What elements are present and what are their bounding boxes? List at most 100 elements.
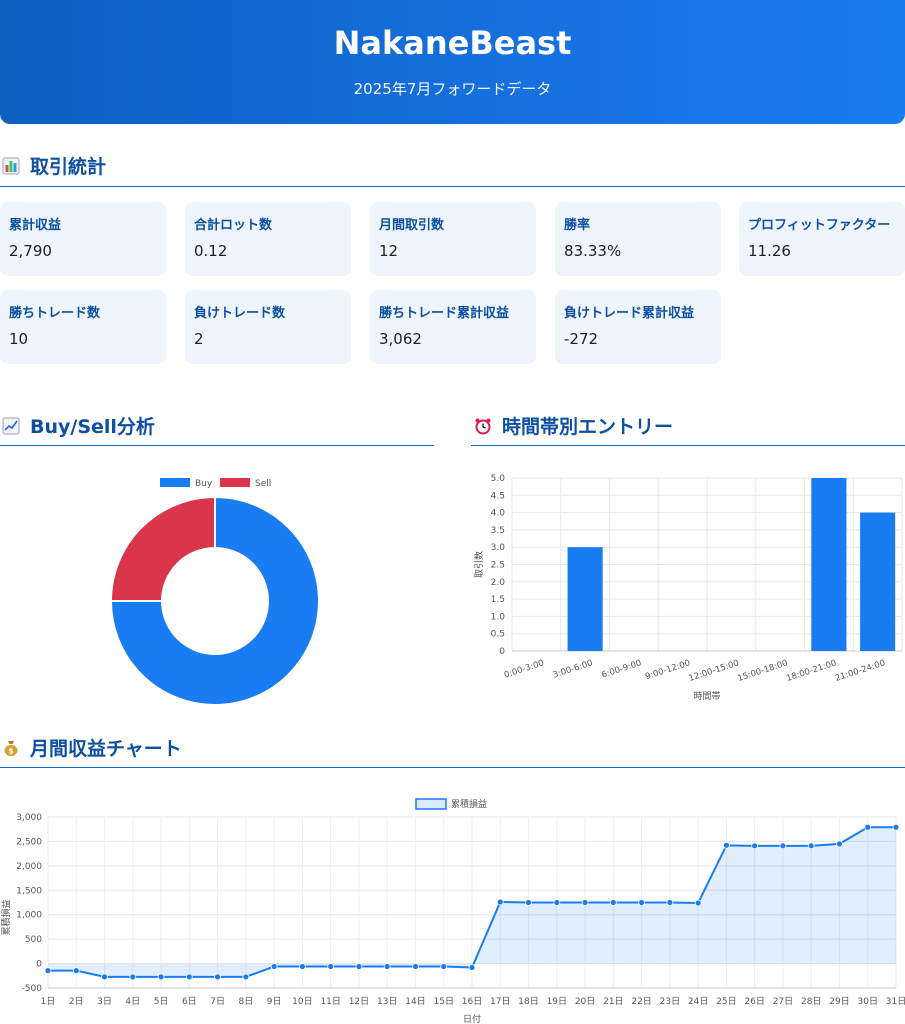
- data-point-22: [638, 899, 645, 906]
- x-tick-label: 3日: [97, 996, 112, 1007]
- y-tick-label: 1,000: [16, 911, 42, 921]
- stats-section-title: 取引統計: [30, 156, 107, 178]
- data-point-2: [72, 967, 80, 975]
- stats-section-heading: 取引統計: [2, 152, 106, 179]
- data-point-5: [157, 973, 165, 981]
- x-tick-label: 25日: [716, 996, 736, 1007]
- x-tick-label: 19日: [547, 996, 567, 1007]
- data-point-29: [836, 840, 843, 848]
- money-bag-icon: $: [2, 739, 20, 757]
- alarm-clock-icon: [474, 417, 492, 435]
- bar-3:00-6:00: [567, 547, 603, 651]
- x-tick-label: 12:00-15:00: [688, 658, 741, 684]
- line-chart-icon: [2, 417, 20, 435]
- stat-value: 11.26: [748, 242, 791, 260]
- y-tick-label: 4.5: [491, 491, 505, 501]
- stat-label: 勝率: [564, 218, 591, 233]
- page-title: NakaneBeast: [333, 24, 572, 62]
- stat-value: 12: [379, 242, 399, 260]
- x-tick-label: 27日: [773, 996, 793, 1007]
- x-tick-label: 3:00-6:00: [552, 658, 594, 680]
- y-tick-label: 5.0: [491, 474, 506, 484]
- data-point-26: [751, 842, 759, 850]
- x-tick-label: 16日: [462, 996, 482, 1007]
- y-tick-label: 3,000: [16, 813, 42, 823]
- x-tick-label: 8日: [238, 996, 253, 1007]
- buysell-chart: Buy Sell: [0, 462, 434, 712]
- legend-label-sell: Sell: [255, 479, 271, 489]
- x-tick-label: 1日: [41, 996, 56, 1007]
- y-tick-label: 2,000: [16, 862, 42, 872]
- x-tick-label: 24日: [688, 996, 708, 1007]
- x-tick-label: 21日: [603, 996, 623, 1007]
- stat-label: 負けトレード数: [194, 306, 286, 321]
- hourly-divider: [471, 445, 905, 446]
- monthly-section-heading: $ 月間収益チャート: [2, 734, 182, 761]
- stat-card-total-profit: 累計収益 2,790: [0, 202, 166, 276]
- x-tick-label: 2日: [69, 996, 84, 1007]
- stat-label: 負けトレード累計収益: [564, 306, 695, 321]
- data-point-23: [666, 899, 674, 906]
- stat-label: 勝ちトレード数: [9, 306, 101, 321]
- x-tick-label: 26日: [744, 996, 764, 1007]
- data-point-8: [242, 973, 250, 981]
- stat-card-total-lots: 合計ロット数 0.12: [185, 202, 351, 276]
- stat-value: 3,062: [379, 330, 422, 348]
- x-tick-label: 5日: [154, 996, 169, 1007]
- buysell-divider: [0, 445, 434, 446]
- x-tick-label: 20日: [575, 996, 595, 1007]
- data-point-3: [101, 973, 108, 981]
- x-tick-label: 22日: [631, 996, 651, 1007]
- x-tick-label: 15:00-18:00: [736, 658, 789, 684]
- data-point-14: [412, 963, 419, 970]
- y-tick-label: 3.0: [491, 543, 506, 553]
- stat-value: 2: [194, 330, 204, 348]
- monthly-divider: [0, 767, 905, 768]
- stat-value: 83.33%: [564, 242, 622, 260]
- y-tick-label: -500: [22, 984, 43, 994]
- x-tick-label: 18日: [518, 996, 538, 1007]
- data-point-12: [355, 963, 363, 970]
- legend-label-cumulative: 累積損益: [451, 798, 487, 810]
- stat-label: 合計ロット数: [194, 218, 273, 233]
- y-tick-label: 1.5: [491, 595, 505, 605]
- stats-divider: [0, 186, 905, 187]
- data-point-30: [864, 823, 872, 831]
- svg-text:$: $: [8, 746, 14, 755]
- x-tick-label: 15日: [434, 996, 454, 1007]
- x-tick-label: 10日: [292, 996, 312, 1007]
- y-tick-label: 1,500: [16, 886, 42, 896]
- monthly-chart: 累積損益 -500 0 500 1,000 1,500 2,000 2,500 3,000 1日 2…: [0, 786, 905, 1024]
- legend-swatch-buy: [160, 478, 190, 487]
- y-tick-label: 3.5: [491, 526, 505, 536]
- x-tick-label: 31日: [886, 996, 905, 1007]
- data-point-18: [525, 899, 532, 906]
- y-tick-label: 0.5: [491, 630, 505, 640]
- y-tick-label: 0: [36, 960, 42, 970]
- data-point-28: [807, 842, 815, 850]
- y-tick-label: 2,500: [16, 837, 42, 847]
- buysell-section-heading: Buy/Sell分析: [2, 412, 155, 439]
- stat-card-losing-profit: 負けトレード累計収益 -272: [555, 290, 721, 364]
- x-tick-label: 12日: [349, 996, 369, 1007]
- x-tick-label: 14日: [405, 996, 425, 1007]
- data-point-13: [383, 963, 391, 970]
- x-tick-label: 9日: [267, 996, 282, 1007]
- x-tick-label: 28日: [801, 996, 821, 1007]
- data-point-9: [270, 963, 278, 970]
- x-tick-label: 0:00-3:00: [503, 658, 545, 680]
- y-tick-label: 2.5: [491, 561, 505, 571]
- stat-value: -272: [564, 330, 599, 348]
- stat-card-monthly-trades: 月間取引数 12: [370, 202, 536, 276]
- x-tick-label: 6:00-9:00: [600, 658, 642, 680]
- y-tick-label: 0: [499, 647, 505, 657]
- data-point-15: [440, 963, 448, 970]
- doughnut-chart: Buy Sell: [109, 478, 320, 706]
- x-tick-label: 30日: [858, 996, 878, 1007]
- x-tick-label: 21:00-24:00: [834, 658, 887, 684]
- y-tick-label: 500: [25, 935, 42, 945]
- bar-21:00-24:00: [860, 512, 896, 651]
- stat-card-win-rate: 勝率 83.33%: [555, 202, 721, 276]
- data-point-31: [892, 823, 900, 831]
- stat-card-winning-trades: 勝ちトレード数 10: [0, 290, 166, 364]
